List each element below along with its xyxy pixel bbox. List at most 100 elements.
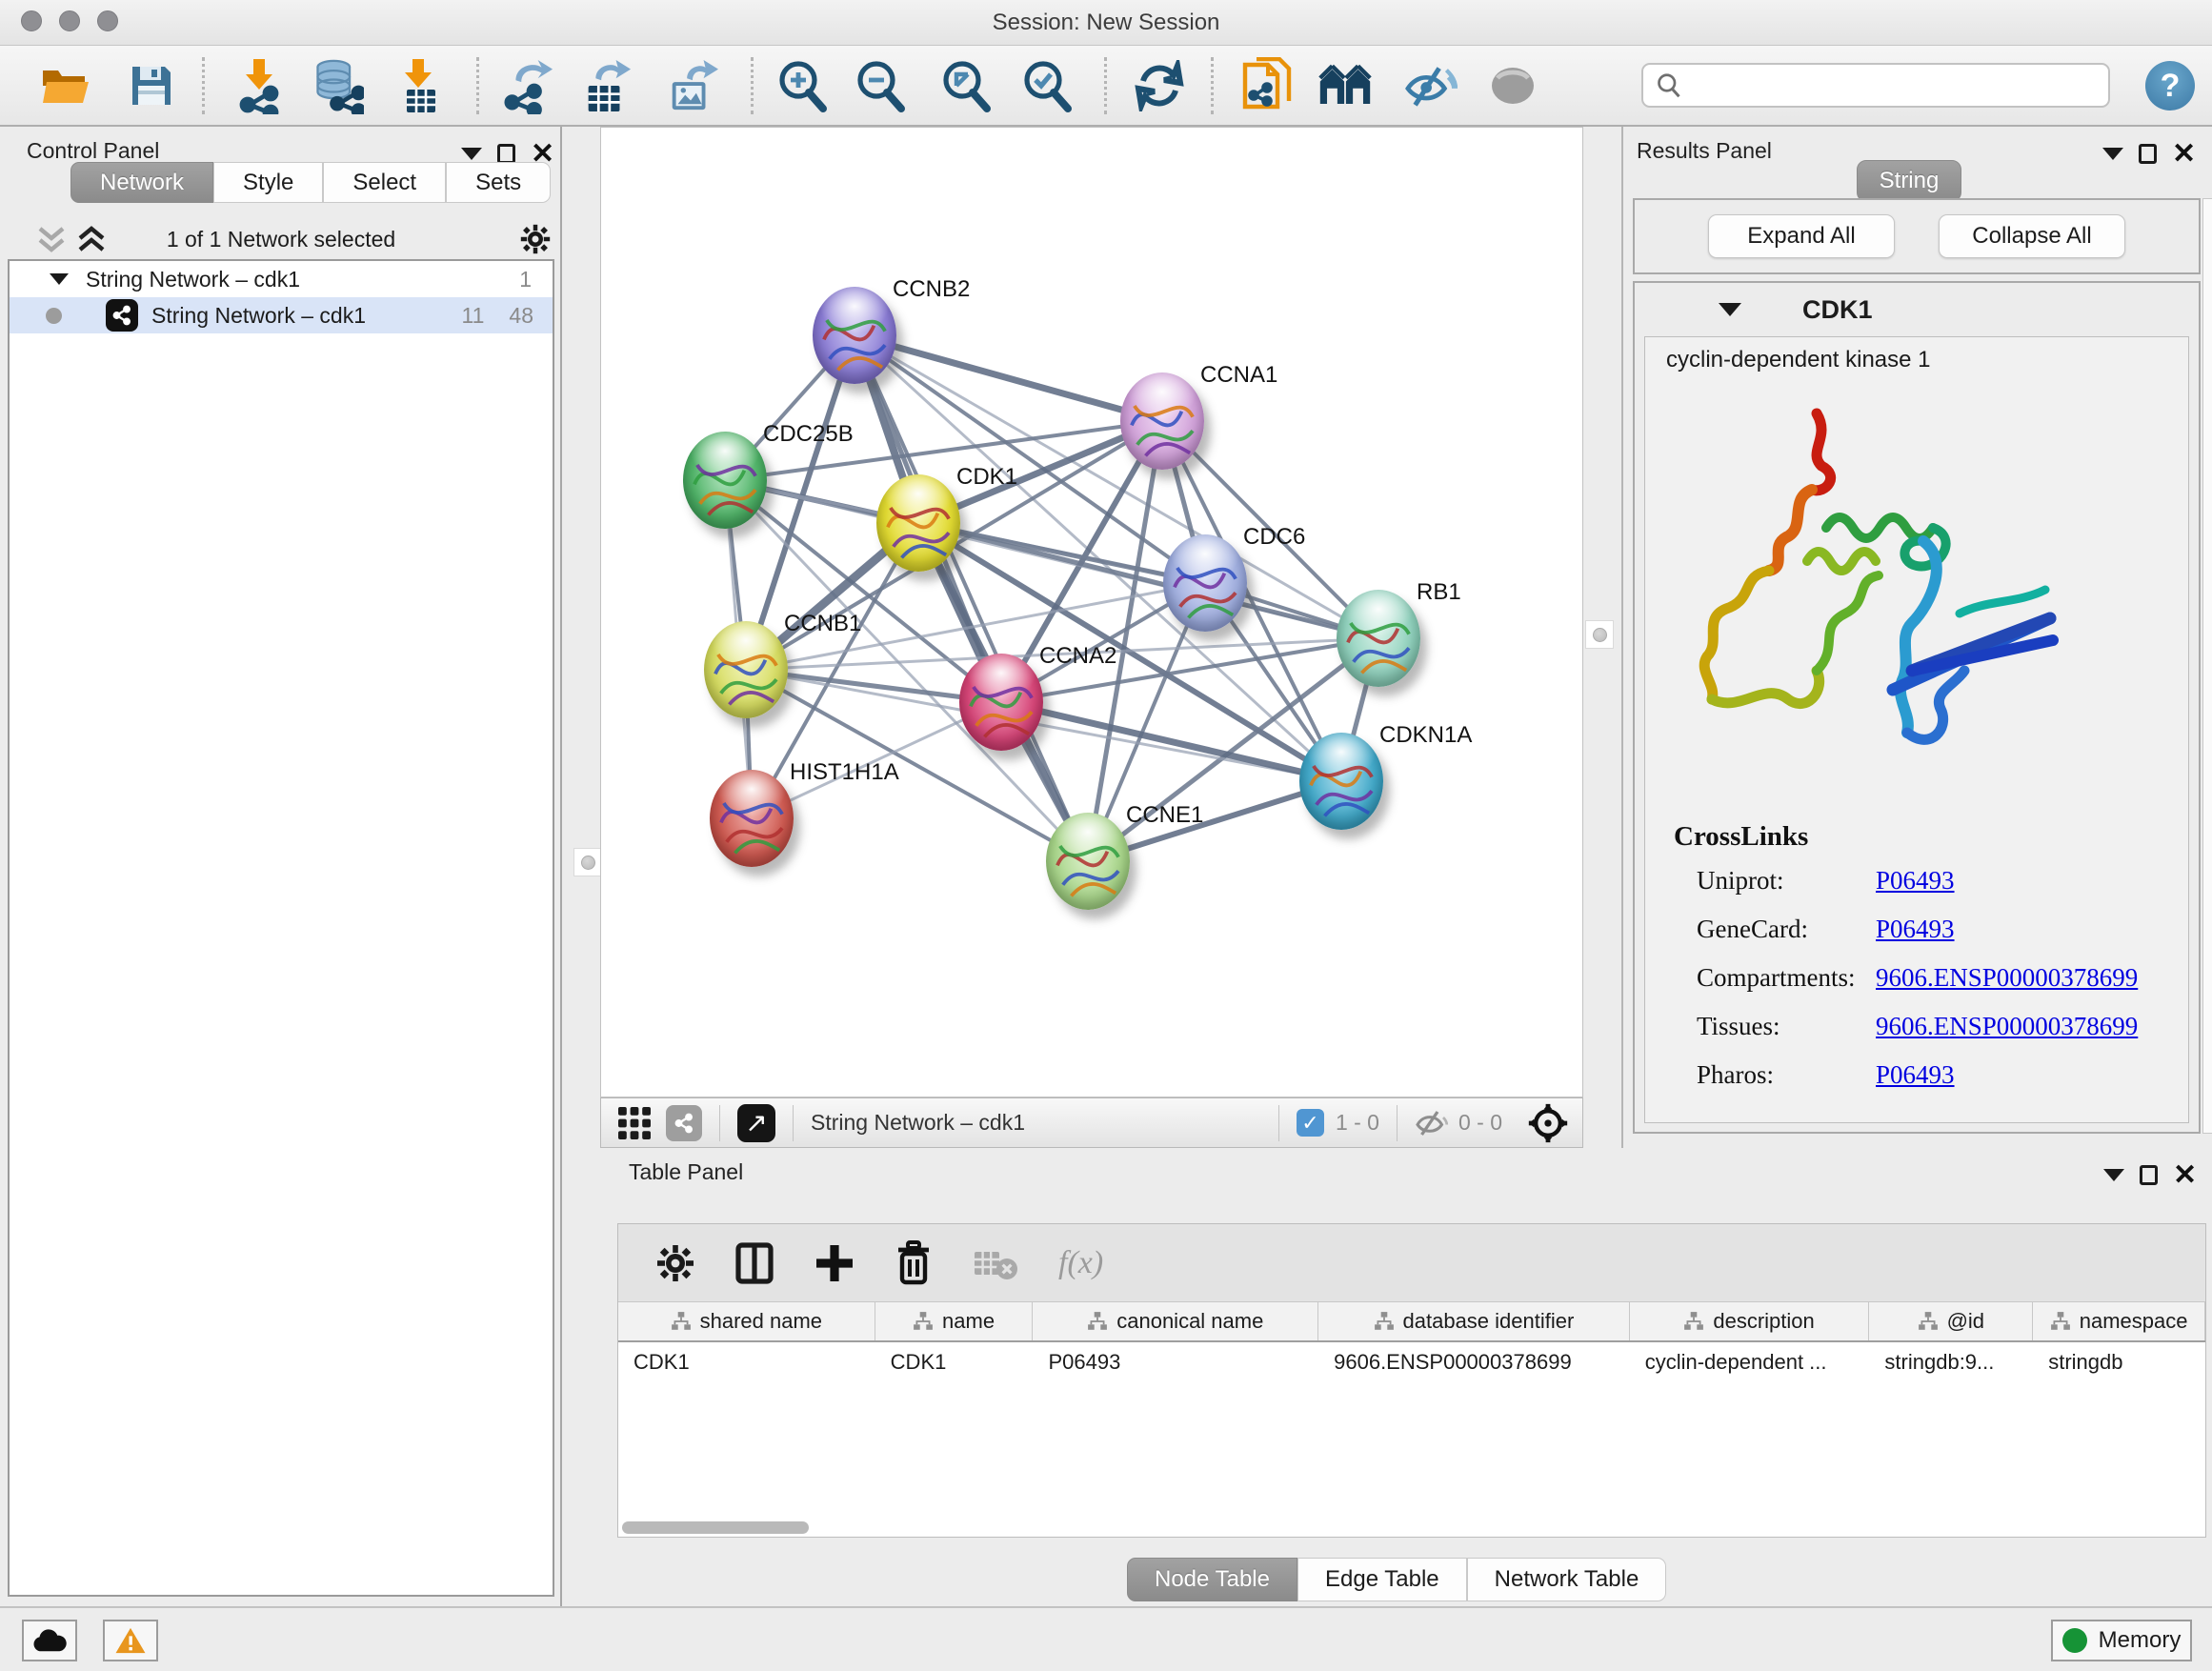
export-table-icon[interactable] (579, 59, 633, 112)
zoom-out-icon[interactable] (854, 59, 907, 112)
splitter-handle[interactable] (1585, 620, 1614, 649)
tab-network[interactable]: Network (70, 162, 213, 203)
panel-float-icon[interactable] (497, 144, 515, 164)
column-header-database-identifier[interactable]: database identifier (1318, 1302, 1630, 1340)
collapse-all-button[interactable]: Collapse All (1939, 214, 2125, 258)
tab-select[interactable]: Select (323, 162, 446, 203)
network-node-cdk1[interactable] (876, 474, 960, 572)
network-canvas[interactable]: CCNB2CCNA1CDC25BCDK1CDC6RB1CCNB1CCNA2CDK… (600, 127, 1583, 1097)
memory-label: Memory (2099, 1627, 2182, 1654)
zoom-in-icon[interactable] (775, 59, 829, 112)
table-hscrollbar-thumb[interactable] (622, 1521, 809, 1534)
warning-button[interactable] (103, 1620, 158, 1661)
column-header-at-id[interactable]: @id (1869, 1302, 2033, 1340)
column-header-description[interactable]: description (1630, 1302, 1870, 1340)
gear-icon[interactable] (520, 224, 551, 254)
panel-menu-icon[interactable] (2102, 148, 2123, 160)
hidden-eye-icon[interactable] (1415, 1109, 1449, 1137)
column-header-label: @id (1947, 1309, 1984, 1334)
delete-icon[interactable] (895, 1240, 933, 1286)
expand-all-button[interactable]: Expand All (1708, 214, 1895, 258)
network-node-hist1h1a[interactable] (710, 770, 794, 867)
network-node-ccnb1[interactable] (704, 621, 788, 718)
network-node-ccna1[interactable] (1120, 372, 1204, 470)
open-session-icon[interactable] (39, 59, 92, 112)
column-header-shared-name[interactable]: shared name (618, 1302, 875, 1340)
import-network-from-database-icon[interactable] (311, 59, 364, 112)
network-row[interactable]: String Network – cdk1 11 48 (10, 297, 553, 333)
results-panel: Results Panel ✕ String Expand All Collap… (1621, 127, 2212, 1148)
tab-node-table[interactable]: Node Table (1127, 1558, 1297, 1601)
network-node-ccnb2[interactable] (813, 287, 896, 384)
column-header-name[interactable]: name (875, 1302, 1034, 1340)
network-node-rb1[interactable] (1337, 590, 1420, 687)
network-node-ccna2[interactable] (959, 654, 1043, 751)
network-node-cdc6[interactable] (1163, 534, 1247, 632)
memory-button[interactable]: Memory (2051, 1620, 2192, 1661)
new-network-from-selection-icon[interactable] (1240, 59, 1294, 112)
panel-close-icon[interactable]: ✕ (2172, 145, 2196, 164)
crosslink-link[interactable]: P06493 (1876, 866, 1955, 896)
network-view-toolbar: ↗ String Network – cdk1 ✓ 1 - 0 0 - 0 (600, 1097, 1583, 1148)
network-node-cdkn1a[interactable] (1299, 733, 1383, 830)
node-label-ccna1: CCNA1 (1200, 362, 1277, 389)
help-icon[interactable]: ? (2145, 61, 2195, 111)
splitter-handle[interactable] (573, 848, 602, 876)
section-collapse-icon[interactable] (1719, 303, 1741, 316)
hide-selected-icon[interactable] (1404, 59, 1458, 112)
column-header-namespace[interactable]: namespace (2033, 1302, 2205, 1340)
detach-view-icon[interactable]: ↗ (737, 1104, 775, 1142)
column-header-canonical-name[interactable]: canonical name (1033, 1302, 1318, 1340)
panel-close-icon[interactable]: ✕ (531, 145, 554, 164)
add-icon[interactable] (814, 1241, 855, 1285)
gene-section-header[interactable]: CDK1 (1635, 283, 2199, 336)
refresh-icon[interactable] (1133, 59, 1186, 112)
results-scrollbar[interactable] (2202, 198, 2212, 1134)
panel-float-icon[interactable] (2139, 144, 2157, 164)
network-node-ccne1[interactable] (1046, 813, 1130, 910)
crosslink-link[interactable]: P06493 (1876, 1060, 1955, 1090)
crosslink-link[interactable]: P06493 (1876, 915, 1955, 944)
import-network-from-file-icon[interactable] (232, 59, 286, 112)
control-panel: Control Panel ✕ NetworkStyleSelectSets 1… (0, 127, 562, 1606)
export-image-icon[interactable] (665, 59, 718, 112)
columns-icon[interactable] (734, 1241, 774, 1285)
cloud-button[interactable] (22, 1620, 77, 1661)
tab-style[interactable]: Style (213, 162, 323, 203)
zoom-selected-icon[interactable] (1020, 59, 1074, 112)
crosslink-link[interactable]: 9606.ENSP00000378699 (1876, 963, 2138, 993)
zoom-fit-icon[interactable] (939, 59, 993, 112)
tree-expand-icon[interactable] (50, 273, 69, 285)
results-buttons-box: Expand All Collapse All (1633, 198, 2201, 274)
selected-checkbox-icon[interactable]: ✓ (1297, 1109, 1324, 1137)
birds-eye-icon[interactable] (1527, 1102, 1569, 1144)
network-collection-row[interactable]: String Network – cdk1 1 (10, 261, 553, 297)
tab-network-table[interactable]: Network Table (1467, 1558, 1667, 1601)
grid-view-icon[interactable] (616, 1105, 653, 1141)
tab-string[interactable]: String (1857, 160, 1961, 202)
panel-float-icon[interactable] (2140, 1165, 2158, 1185)
first-neighbors-icon[interactable] (1318, 59, 1372, 112)
panel-menu-icon[interactable] (2103, 1169, 2124, 1181)
import-table-from-file-icon[interactable] (392, 59, 445, 112)
main-toolbar: ? (0, 46, 2212, 127)
save-session-icon[interactable] (125, 59, 178, 112)
tab-sets[interactable]: Sets (446, 162, 551, 203)
search-input[interactable] (1683, 72, 2093, 98)
export-network-icon[interactable] (501, 59, 554, 112)
network-view-icon[interactable] (666, 1105, 702, 1141)
crosslink-link[interactable]: 9606.ENSP00000378699 (1876, 1012, 2138, 1041)
hidden-counts: 0 - 0 (1458, 1110, 1502, 1136)
panel-close-icon[interactable]: ✕ (2173, 1166, 2197, 1185)
delete-table-icon[interactable] (973, 1246, 1018, 1280)
panel-menu-icon[interactable] (461, 148, 482, 160)
network-label: String Network – cdk1 (151, 303, 366, 329)
tab-edge-table[interactable]: Edge Table (1297, 1558, 1467, 1601)
show-all-icon[interactable] (1487, 59, 1540, 112)
column-header-label: name (942, 1309, 995, 1334)
control-panel-title: Control Panel (27, 138, 159, 164)
gear-icon[interactable] (656, 1244, 694, 1282)
function-builder-icon: f(x) (1058, 1245, 1103, 1281)
network-node-cdc25b[interactable] (683, 432, 767, 529)
table-row[interactable]: CDK1CDK1P064939606.ENSP00000378699cyclin… (618, 1342, 2205, 1382)
